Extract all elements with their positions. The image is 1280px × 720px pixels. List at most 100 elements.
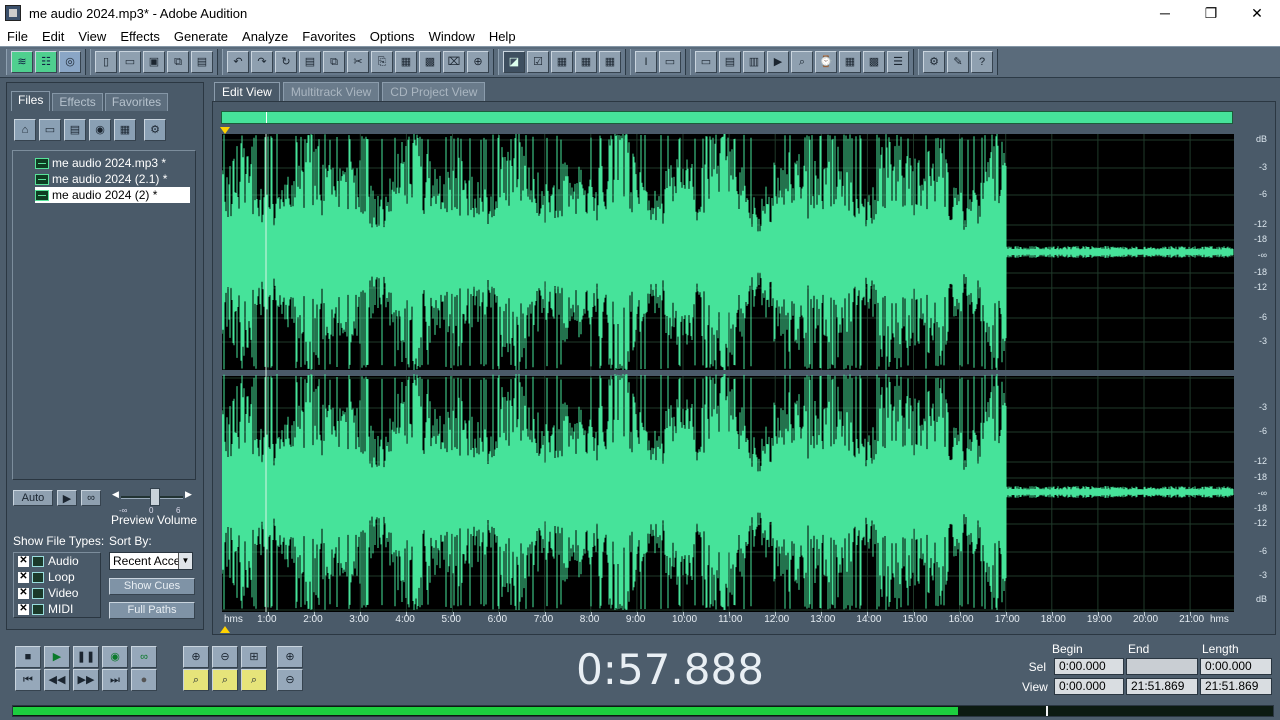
menu-generate[interactable]: Generate bbox=[167, 29, 235, 44]
sel-end-field[interactable] bbox=[1126, 658, 1198, 675]
tab-multitrack-view[interactable]: Multitrack View bbox=[282, 82, 380, 101]
menu-effects[interactable]: Effects bbox=[113, 29, 167, 44]
help-icon[interactable]: ? bbox=[971, 51, 993, 73]
save-selection-icon[interactable]: ▤ bbox=[191, 51, 213, 73]
waveform-overview-bar[interactable] bbox=[221, 111, 1233, 124]
window-zoom-icon[interactable]: ⌕ bbox=[791, 51, 813, 73]
redo-icon[interactable]: ↷ bbox=[251, 51, 273, 73]
open-file-icon[interactable]: ▭ bbox=[119, 51, 141, 73]
file-type-video[interactable]: ✕ Video bbox=[18, 585, 100, 601]
tab-cd-project-view[interactable]: CD Project View bbox=[382, 82, 486, 101]
show-cues-button[interactable]: Show Cues bbox=[109, 578, 195, 595]
sel-length-field[interactable]: 0:00.000 bbox=[1200, 658, 1272, 675]
chevron-down-icon[interactable]: ▼ bbox=[178, 553, 192, 569]
zoom-in-vertical-icon[interactable]: ⊕ bbox=[277, 646, 303, 668]
edit-view-icon[interactable]: ≋ bbox=[11, 51, 33, 73]
paste-icon[interactable]: ⎘ bbox=[371, 51, 393, 73]
undo-icon[interactable]: ↶ bbox=[227, 51, 249, 73]
new-file-icon[interactable]: ▯ bbox=[95, 51, 117, 73]
playhead-marker-bottom[interactable] bbox=[220, 626, 230, 633]
sel-begin-field[interactable]: 0:00.000 bbox=[1054, 658, 1124, 675]
window-mixer-icon[interactable]: ▤ bbox=[719, 51, 741, 73]
trim-icon[interactable]: ⌧ bbox=[443, 51, 465, 73]
checkbox-checked[interactable]: ✕ bbox=[18, 603, 29, 615]
view-begin-field[interactable]: 0:00.000 bbox=[1054, 678, 1124, 695]
mix-paste-icon[interactable]: ▩ bbox=[419, 51, 441, 73]
repeat-icon[interactable]: ↻ bbox=[275, 51, 297, 73]
stop-button[interactable]: ■ bbox=[15, 646, 41, 668]
zoom-to-selection-icon[interactable]: ⌕ bbox=[241, 669, 267, 691]
marquee-tool-icon[interactable]: ▭ bbox=[659, 51, 681, 73]
zoom-to-right-icon[interactable]: ⌕ bbox=[212, 669, 238, 691]
playhead-marker-top[interactable] bbox=[220, 127, 230, 134]
loop-play-button[interactable]: ∞ bbox=[131, 646, 157, 668]
tab-effects[interactable]: Effects bbox=[52, 93, 103, 111]
zoom-in-horizontal-icon[interactable]: ⊕ bbox=[183, 646, 209, 668]
settings-icon[interactable]: ⚙ bbox=[923, 51, 945, 73]
window-levels-icon[interactable]: ▩ bbox=[863, 51, 885, 73]
tab-files[interactable]: Files bbox=[11, 91, 51, 111]
go-to-end-button[interactable]: ⏭ bbox=[102, 669, 128, 691]
preview-volume-slider[interactable] bbox=[150, 488, 161, 506]
window-organizer-icon[interactable]: ▭ bbox=[695, 51, 717, 73]
close-button[interactable]: ✕ bbox=[1234, 0, 1280, 26]
open-file-icon[interactable]: ⌂ bbox=[14, 119, 36, 141]
insert-multitrack-icon[interactable]: ▦ bbox=[114, 119, 136, 141]
list-item[interactable]: me audio 2024 (2.1) * bbox=[35, 171, 195, 187]
file-type-midi[interactable]: ✕ MIDI bbox=[18, 601, 100, 617]
zoom-full-icon[interactable]: ⊞ bbox=[241, 646, 267, 668]
auto-play-button[interactable]: Auto bbox=[13, 490, 53, 506]
list-item[interactable]: me audio 2024.mp3 * bbox=[35, 155, 195, 171]
maximize-button[interactable]: ❐ bbox=[1188, 0, 1234, 26]
view-end-field[interactable]: 21:51.869 bbox=[1126, 678, 1198, 695]
go-to-start-button[interactable]: ⏮ bbox=[15, 669, 41, 691]
edit-help-icon[interactable]: ✎ bbox=[947, 51, 969, 73]
multitrack-view-icon[interactable]: ☷ bbox=[35, 51, 57, 73]
play-to-end-button[interactable]: ◉ bbox=[102, 646, 128, 668]
paste-new-icon[interactable]: ▦ bbox=[395, 51, 417, 73]
list-item-selected[interactable]: me audio 2024 (2) * bbox=[35, 187, 190, 203]
close-file-icon[interactable]: ▤ bbox=[64, 119, 86, 141]
preview-loop-button[interactable]: ∞ bbox=[81, 490, 101, 506]
checkbox-checked[interactable]: ✕ bbox=[18, 555, 29, 567]
marker-icon[interactable]: ☑ bbox=[527, 51, 549, 73]
window-properties-icon[interactable]: ▥ bbox=[743, 51, 765, 73]
grid-icon[interactable]: ▦ bbox=[551, 51, 573, 73]
menu-help[interactable]: Help bbox=[482, 29, 523, 44]
menu-favorites[interactable]: Favorites bbox=[295, 29, 362, 44]
slider-right-arrow[interactable]: ▶ bbox=[185, 489, 192, 500]
time-ruler[interactable]: hms hms 1:00 2:00 3:00 4:00 5:00 6:00 7:00 8:00… bbox=[222, 612, 1234, 628]
grid-alt-icon[interactable]: ▦ bbox=[575, 51, 597, 73]
zoom-out-horizontal-icon[interactable]: ⊖ bbox=[212, 646, 238, 668]
checkbox-checked[interactable]: ✕ bbox=[18, 587, 29, 599]
file-type-audio[interactable]: ✕ Audio bbox=[18, 553, 100, 569]
time-selection-tool-icon[interactable]: I bbox=[635, 51, 657, 73]
cd-view-icon[interactable]: ◎ bbox=[59, 51, 81, 73]
zoom-out-vertical-icon[interactable]: ⊖ bbox=[277, 669, 303, 691]
window-time-icon[interactable]: ⌚ bbox=[815, 51, 837, 73]
copy-icon[interactable]: ▤ bbox=[299, 51, 321, 73]
save-all-icon[interactable]: ⧉ bbox=[167, 51, 189, 73]
window-selection-icon[interactable]: ▦ bbox=[839, 51, 861, 73]
preview-play-button[interactable]: ▶ bbox=[57, 490, 77, 506]
tab-edit-view[interactable]: Edit View bbox=[214, 82, 280, 101]
file-type-loop[interactable]: ✕ Loop bbox=[18, 569, 100, 585]
menu-analyze[interactable]: Analyze bbox=[235, 29, 295, 44]
save-icon[interactable]: ▣ bbox=[143, 51, 165, 73]
window-transport-icon[interactable]: ▶ bbox=[767, 51, 789, 73]
file-options-icon[interactable]: ⚙ bbox=[144, 119, 166, 141]
full-paths-button[interactable]: Full Paths bbox=[109, 602, 195, 619]
fast-forward-button[interactable]: ▶▶ bbox=[73, 669, 99, 691]
pause-button[interactable]: ❚❚ bbox=[73, 646, 99, 668]
minimize-button[interactable]: ─ bbox=[1142, 0, 1188, 26]
menu-file[interactable]: File bbox=[0, 29, 35, 44]
menu-window[interactable]: Window bbox=[422, 29, 482, 44]
checkbox-checked[interactable]: ✕ bbox=[18, 571, 29, 583]
view-length-field[interactable]: 21:51.869 bbox=[1200, 678, 1272, 695]
menu-options[interactable]: Options bbox=[363, 29, 422, 44]
insert-cd-icon[interactable]: ◉ bbox=[89, 119, 111, 141]
menu-view[interactable]: View bbox=[71, 29, 113, 44]
import-icon[interactable]: ▭ bbox=[39, 119, 61, 141]
zoom-to-left-icon[interactable]: ⌕ bbox=[183, 669, 209, 691]
play-button[interactable]: ▶ bbox=[44, 646, 70, 668]
